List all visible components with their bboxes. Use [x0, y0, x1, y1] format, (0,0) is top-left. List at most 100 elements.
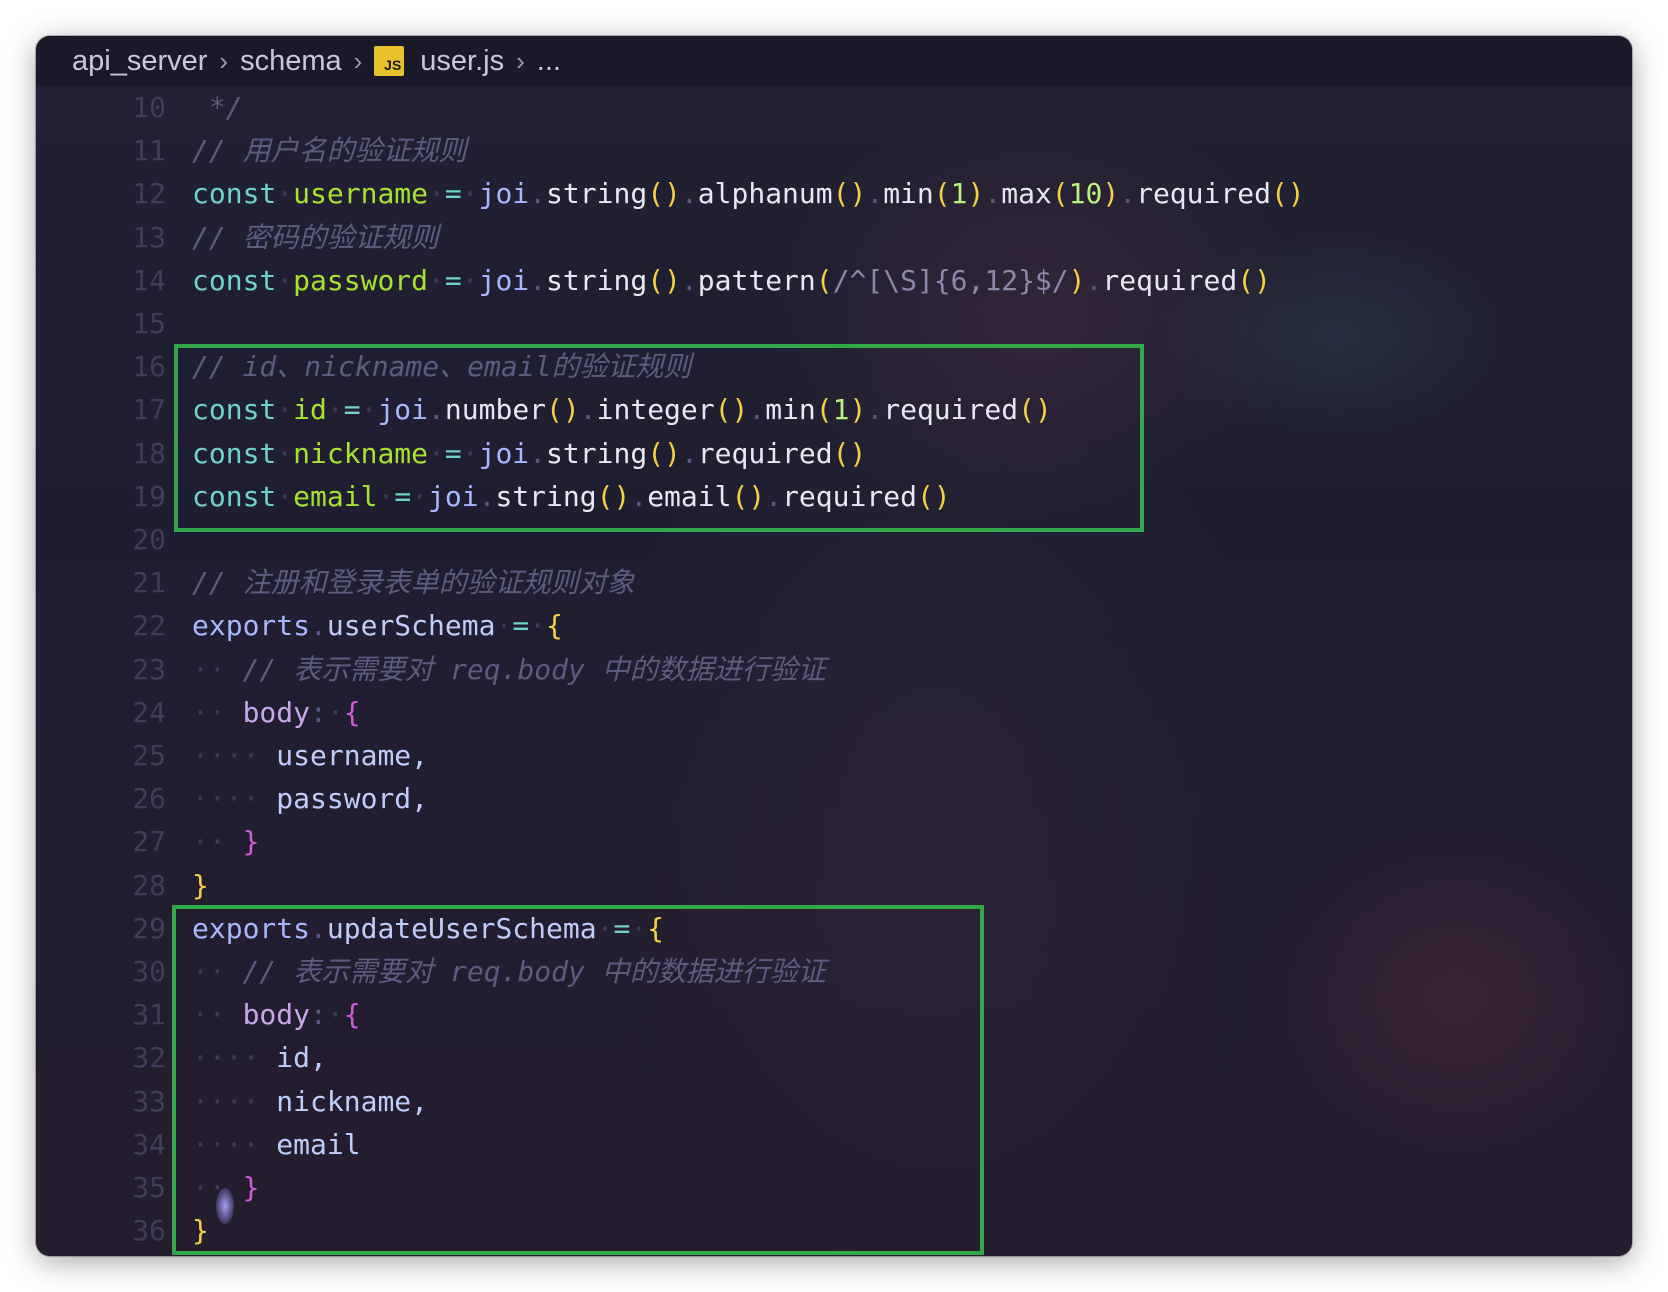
breadcrumb-file[interactable]: user.js	[420, 45, 504, 78]
code-token: (	[1051, 177, 1069, 211]
code-line[interactable]: 28}	[36, 864, 1632, 907]
code-token: alphanum	[697, 177, 833, 211]
line-number: 19	[132, 479, 166, 513]
code-token: ·	[461, 263, 479, 297]
code-token: =	[444, 263, 462, 297]
line-number: 17	[132, 393, 166, 427]
code-token: }	[242, 825, 260, 859]
code-token: ·	[495, 609, 513, 643]
code-text: // 密码的验证规则	[192, 216, 439, 259]
code-token: .	[984, 177, 1002, 211]
line-number: 29	[132, 911, 166, 945]
code-text: */	[192, 86, 243, 129]
code-line[interactable]: 10 */	[36, 86, 1632, 129]
line-number: 14	[132, 263, 166, 297]
code-line[interactable]: 14 const·password·=·joi.string().pattern(…	[36, 259, 1632, 302]
code-token: =	[512, 609, 530, 643]
code-line[interactable]: 24 ·· body:·{	[36, 691, 1632, 734]
code-token: const	[192, 177, 277, 211]
code-token: (	[815, 263, 833, 297]
code-token: ·	[276, 177, 294, 211]
code-line[interactable]: 21 // 注册和登录表单的验证规则对象	[36, 561, 1632, 604]
code-token: password	[293, 263, 429, 297]
code-line[interactable]: 26 ···· password,	[36, 777, 1632, 820]
line-number: 24	[132, 695, 166, 729]
code-token: .	[1085, 263, 1103, 297]
code-line[interactable]: 23 ·· // 表示需要对 req.body 中的数据进行验证	[36, 648, 1632, 691]
indent-guide: ··	[192, 695, 243, 729]
code-token: .	[310, 609, 327, 643]
breadcrumb-folder[interactable]: api_server	[72, 45, 207, 78]
code-token: ()	[647, 177, 681, 211]
code-token: required	[1102, 263, 1238, 297]
code-line[interactable]: 11 // 用户名的验证规则	[36, 129, 1632, 172]
code-token: string	[546, 177, 648, 211]
code-token: .	[866, 177, 884, 211]
line-number: 33	[132, 1084, 166, 1118]
code-line[interactable]: 12 const·username·=·joi.string().alphanum…	[36, 172, 1632, 215]
code-text: // 注册和登录表单的验证规则对象	[192, 561, 635, 604]
code-text: ·· body:·{	[192, 691, 361, 734]
code-token: ()	[1237, 263, 1271, 297]
code-token: ·	[326, 695, 344, 729]
code-line[interactable]: 13 // 密码的验证规则	[36, 216, 1632, 259]
highlight-box-rules	[174, 344, 1144, 532]
code-token: joi	[478, 263, 530, 297]
code-token: .	[529, 177, 547, 211]
code-token: userSchema	[326, 609, 496, 643]
code-token: required	[1136, 177, 1271, 211]
line-number: 27	[132, 825, 166, 859]
line-number: 34	[132, 1127, 166, 1161]
chevron-right-icon: ›	[219, 45, 229, 76]
code-line[interactable]: 15	[36, 302, 1632, 345]
code-token: .	[1119, 177, 1137, 211]
code-line[interactable]: 22 exports.userSchema·=·{	[36, 604, 1632, 647]
code-token: pattern	[697, 263, 816, 297]
code-token: ()	[832, 177, 867, 211]
line-number: 35	[132, 1171, 166, 1204]
code-token: .	[680, 263, 698, 297]
code-token: string	[546, 263, 648, 297]
line-number: 13	[132, 220, 166, 254]
code-token: */	[192, 91, 243, 124]
code-token: ·	[461, 177, 479, 211]
indent-guide: ··	[192, 825, 243, 859]
code-token: )	[967, 177, 985, 211]
line-number: 12	[132, 177, 166, 211]
breadcrumb-more[interactable]: ...	[537, 45, 561, 78]
line-number: 22	[132, 609, 166, 643]
code-text: ·· // 表示需要对 req.body 中的数据进行验证	[192, 648, 826, 691]
breadcrumb-subfolder[interactable]: schema	[240, 45, 342, 78]
line-number: 21	[132, 566, 166, 600]
code-line[interactable]: 25 ···· username,	[36, 734, 1632, 777]
code-token: username	[293, 177, 429, 211]
code-token: ()	[1270, 177, 1305, 211]
code-token: username,	[276, 739, 429, 772]
line-number: 28	[132, 868, 166, 902]
code-text: ···· password,	[192, 777, 428, 820]
code-token: =	[444, 177, 462, 211]
code-token: /^[\S]{6,12}$/	[832, 263, 1069, 297]
code-comment: // 注册和登录表单的验证规则对象	[192, 566, 635, 600]
code-comment: // 密码的验证规则	[192, 220, 439, 254]
code-token: max	[1001, 177, 1052, 211]
indent-guide: ··	[192, 652, 243, 686]
code-token: (	[933, 177, 951, 211]
line-number: 23	[132, 652, 166, 686]
code-token: ·	[428, 263, 445, 297]
code-token: ·	[529, 609, 547, 643]
code-token: .	[529, 263, 547, 297]
code-token: )	[1068, 263, 1086, 297]
line-number: 18	[132, 436, 166, 470]
code-line[interactable]: 27 ·· }	[36, 820, 1632, 863]
javascript-file-icon: JS	[374, 46, 405, 76]
code-token: joi	[478, 177, 530, 211]
line-number: 31	[132, 998, 166, 1032]
code-text: const·username·=·joi.string().alphanum()…	[192, 172, 1305, 215]
code-text: // 用户名的验证规则	[192, 129, 467, 172]
code-token: 10	[1068, 177, 1103, 211]
line-number: 26	[132, 782, 166, 816]
line-number: 20	[132, 523, 166, 556]
breadcrumb: api_server › schema › JS user.js › ...	[36, 36, 1632, 86]
code-text: ·· }	[192, 820, 259, 863]
